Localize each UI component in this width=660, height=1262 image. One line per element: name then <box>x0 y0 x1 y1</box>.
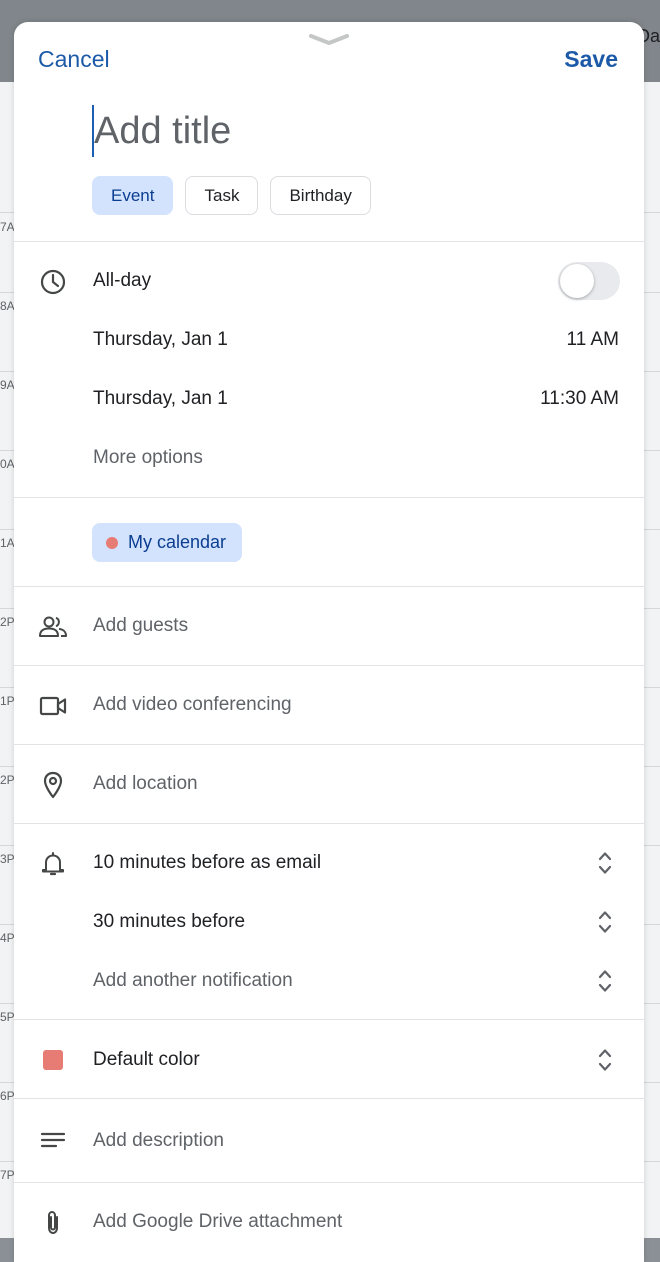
all-day-toggle[interactable] <box>558 262 620 300</box>
location-pin-icon <box>38 770 68 800</box>
more-options-link[interactable]: More options <box>93 447 203 469</box>
add-notification-row[interactable]: Add another notification <box>93 970 293 992</box>
end-time[interactable]: 11:30 AM <box>540 388 619 410</box>
start-date[interactable]: Thursday, Jan 1 <box>93 329 228 351</box>
start-time[interactable]: 11 AM <box>567 329 619 351</box>
notification-item-1[interactable]: 10 minutes before as email <box>93 852 321 874</box>
all-day-label: All-day <box>93 270 152 291</box>
notification-item-2[interactable]: 30 minutes before <box>93 911 245 933</box>
chevron-down-icon <box>309 34 349 45</box>
people-icon <box>38 612 68 642</box>
bell-icon <box>38 849 68 879</box>
title-field[interactable] <box>92 104 592 158</box>
chip-task[interactable]: Task <box>185 176 259 215</box>
divider <box>14 665 644 666</box>
divider <box>14 241 644 242</box>
calendar-color-dot <box>106 536 118 549</box>
up-down-chevron-icon[interactable] <box>596 1046 614 1074</box>
up-down-chevron-icon[interactable] <box>596 908 614 936</box>
divider <box>14 823 644 824</box>
up-down-chevron-icon[interactable] <box>596 967 614 995</box>
clock-icon <box>38 267 68 297</box>
default-color-row[interactable]: Default color <box>93 1049 200 1071</box>
cancel-button[interactable]: Cancel <box>38 46 110 73</box>
divider <box>14 1182 644 1183</box>
add-drive-attachment-row[interactable]: Add Google Drive attachment <box>93 1211 342 1233</box>
save-button[interactable]: Save <box>564 46 618 73</box>
divider <box>14 586 644 587</box>
chip-birthday[interactable]: Birthday <box>270 176 371 215</box>
paperclip-icon <box>38 1208 68 1238</box>
end-date[interactable]: Thursday, Jan 1 <box>93 388 228 410</box>
divider <box>14 744 644 745</box>
add-guests-row[interactable]: Add guests <box>93 615 188 637</box>
title-input[interactable] <box>94 104 584 158</box>
sheet-drag-handle[interactable] <box>309 32 349 48</box>
up-down-chevron-icon[interactable] <box>596 849 614 877</box>
chip-event[interactable]: Event <box>92 176 174 215</box>
divider <box>14 1098 644 1099</box>
toggle-knob <box>560 264 594 298</box>
divider <box>14 1019 644 1020</box>
add-location-row[interactable]: Add location <box>93 773 198 795</box>
new-event-sheet: Cancel Save Event Task Birthday All-day … <box>14 22 644 1262</box>
calendar-chip[interactable]: My calendar <box>92 523 243 562</box>
video-camera-icon <box>38 691 68 721</box>
color-swatch <box>43 1050 63 1070</box>
divider <box>14 497 644 498</box>
description-lines-icon <box>38 1126 68 1156</box>
event-type-chips: Event Task Birthday <box>92 176 371 216</box>
calendar-label: My calendar <box>128 532 227 552</box>
add-video-conferencing-row[interactable]: Add video conferencing <box>93 694 292 716</box>
add-description-row[interactable]: Add description <box>93 1130 224 1152</box>
